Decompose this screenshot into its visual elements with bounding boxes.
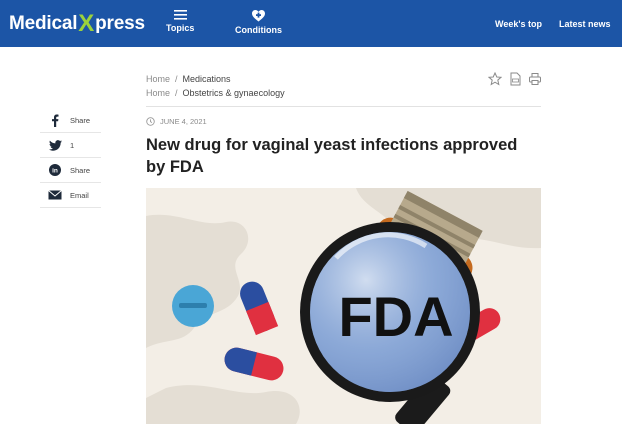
nav-topics-label: Topics (166, 23, 195, 33)
twitter-icon (48, 139, 62, 151)
article-date-text: JUNE 4, 2021 (160, 117, 207, 126)
clock-icon (146, 117, 155, 126)
share-linkedin-label: Share (70, 165, 91, 175)
logo-text-left: Medical (9, 13, 78, 34)
article-hero-image: FDA (146, 188, 541, 424)
nav-conditions[interactable]: Conditions (235, 10, 282, 35)
nav-conditions-label: Conditions (235, 25, 282, 35)
nav-topics[interactable]: Topics (166, 10, 194, 33)
facebook-icon (52, 114, 59, 127)
breadcrumb-separator: / (175, 74, 178, 84)
bookmark-star-icon[interactable] (487, 71, 503, 86)
breadcrumb-section-link[interactable]: Obstetrics & gynaecology (183, 88, 285, 98)
logo-text-right: press (95, 13, 145, 34)
article-tools (487, 71, 542, 86)
svg-text:in: in (52, 167, 58, 174)
logo-x-mark: X (78, 10, 95, 37)
fda-illustration: FDA (146, 188, 541, 424)
share-email-label: Email (70, 190, 89, 200)
breadcrumb-row: Home / Medications (146, 72, 285, 86)
site-logo[interactable]: Medical Xpress (9, 10, 145, 38)
nav-weeks-top[interactable]: Week's top (495, 19, 542, 29)
menu-icon (173, 10, 187, 20)
breadcrumb-home-link[interactable]: Home (146, 88, 170, 98)
medical-cross-icon (252, 10, 265, 22)
linkedin-icon: in (49, 164, 61, 176)
share-twitter-button[interactable]: 1 (40, 133, 101, 158)
pdf-icon[interactable] (508, 72, 522, 86)
breadcrumb-row: Home / Obstetrics & gynaecology (146, 86, 285, 100)
site-header: Medical Xpress Topics Conditions Week's t… (0, 0, 622, 47)
share-linkedin-button[interactable]: in Share (40, 158, 101, 183)
share-facebook-button[interactable]: Share (40, 108, 101, 133)
breadcrumb-section-link[interactable]: Medications (183, 74, 231, 84)
breadcrumb: Home / Medications Home / Obstetrics & gynae… (146, 72, 285, 100)
share-twitter-count: 1 (70, 140, 75, 150)
breadcrumb-home-link[interactable]: Home (146, 74, 170, 84)
share-facebook-label: Share (70, 115, 91, 125)
share-email-button[interactable]: Email (40, 183, 101, 208)
article-date: JUNE 4, 2021 (146, 117, 207, 126)
share-sidebar: Share 1 in Share Email (40, 108, 101, 208)
breadcrumb-separator: / (175, 88, 178, 98)
print-icon[interactable] (528, 72, 542, 86)
nav-latest-news[interactable]: Latest news (559, 19, 611, 29)
email-icon (48, 190, 62, 200)
article-title: New drug for vaginal yeast infections ap… (146, 136, 518, 176)
magnifier-fda-text: FDA (338, 285, 453, 348)
divider (146, 106, 541, 107)
